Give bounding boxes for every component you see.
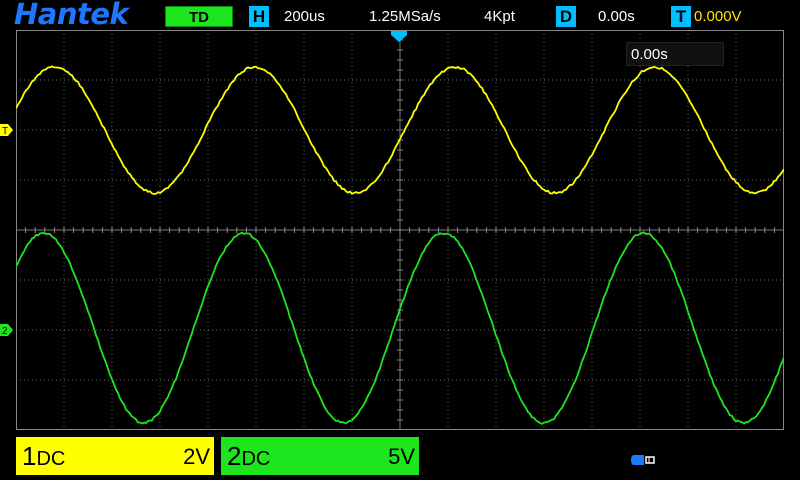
channel-1-info[interactable]: 1DC 2V: [16, 437, 214, 475]
trigger-tag[interactable]: T: [671, 6, 691, 27]
delay-value: 0.00s: [598, 7, 635, 27]
channel-1-coupling: DC: [36, 448, 65, 470]
channel-1-id: 1: [22, 441, 36, 471]
scope-display[interactable]: [16, 30, 784, 430]
channel-2-label: 2DC: [227, 442, 270, 473]
ch1-marker[interactable]: T: [0, 124, 13, 137]
ch2-marker-label: 2: [2, 326, 8, 337]
channel-1-label: 1DC: [22, 442, 65, 473]
channel-1-scale: 2V: [183, 444, 210, 470]
delay-tag[interactable]: D: [556, 6, 576, 27]
ch1-marker-label: T: [2, 126, 8, 137]
top-status-bar: Hantek TD H 200us 1.25MSa/s 4Kpt D 0.00s…: [0, 0, 800, 30]
brand-logo: Hantek: [14, 0, 128, 29]
channel-2-coupling: DC: [241, 448, 270, 470]
channel-2-id: 2: [227, 441, 241, 471]
memory-depth-value: 4Kpt: [484, 7, 515, 27]
waveform-canvas: [16, 30, 784, 430]
mode-indicator[interactable]: TD: [165, 6, 233, 27]
cursor-readout: 0.00s: [626, 42, 724, 66]
channel-2-info[interactable]: 2DC 5V: [221, 437, 419, 475]
usb-icon: [630, 452, 656, 468]
channel-2-scale: 5V: [388, 444, 415, 470]
horizontal-tag[interactable]: H: [249, 6, 269, 27]
sample-rate-value: 1.25MSa/s: [369, 7, 441, 27]
ch2-marker[interactable]: 2: [0, 324, 13, 337]
trigger-level-value: 0.000V: [694, 7, 742, 27]
timebase-value: 200us: [284, 7, 325, 27]
